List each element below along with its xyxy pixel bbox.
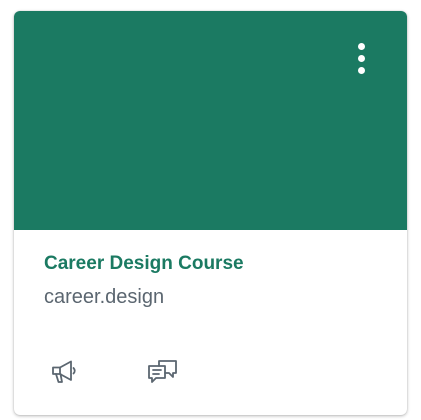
discussions-button[interactable] (146, 357, 180, 387)
kebab-dot (358, 67, 365, 74)
kebab-dot (358, 55, 365, 62)
course-card[interactable]: Career Design Course career.design (14, 11, 407, 415)
course-card-actions (48, 357, 180, 387)
announcements-button[interactable] (48, 357, 82, 387)
course-title[interactable]: Career Design Course (44, 251, 387, 277)
course-card-body: Career Design Course career.design (44, 251, 387, 310)
course-code: career.design (44, 286, 165, 308)
kebab-menu-icon[interactable] (349, 39, 375, 79)
kebab-dot (358, 43, 365, 50)
megaphone-icon (52, 360, 76, 383)
course-card-hero[interactable] (14, 11, 407, 230)
discussion-bubbles-icon (148, 360, 177, 383)
